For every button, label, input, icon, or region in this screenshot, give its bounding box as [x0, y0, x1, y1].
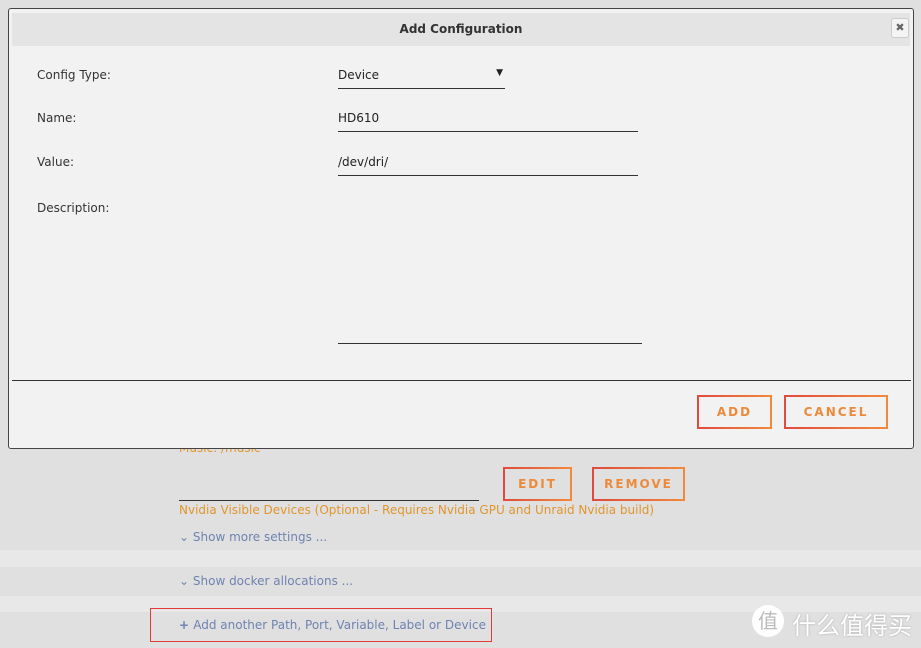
watermark-text: 什么值得买 [792, 612, 912, 640]
description-label: Description: [37, 201, 110, 215]
plus-icon: + [179, 618, 194, 632]
cancel-button[interactable]: CANCEL [784, 395, 888, 429]
add-configuration-dialog: Add Configuration ✖ Config Type: Device ▼… [8, 8, 914, 449]
edit-button[interactable]: EDIT [503, 467, 572, 501]
dropdown-arrow-icon: ▼ [496, 68, 503, 78]
add-button[interactable]: ADD [697, 395, 772, 429]
device-value-underline [179, 500, 479, 501]
close-icon[interactable]: ✖ [891, 18, 909, 38]
name-input[interactable]: HD610 [338, 111, 638, 132]
show-more-settings-link[interactable]: ⌄ Show more settings ... [179, 530, 327, 544]
value-label: Value: [37, 155, 74, 169]
nvidia-devices-label: Nvidia Visible Devices (Optional - Requi… [179, 503, 655, 517]
watermark-logo: 值 [752, 605, 784, 637]
dialog-title: Add Configuration [12, 13, 910, 46]
value-input[interactable]: /dev/dri/ [338, 155, 638, 176]
config-type-label: Config Type: [37, 68, 111, 82]
config-type-select[interactable]: Device ▼ [338, 68, 505, 89]
dialog-divider [12, 380, 911, 381]
remove-button[interactable]: REMOVE [592, 467, 685, 501]
chevron-down-icon: ⌄ [179, 530, 193, 544]
show-docker-allocations-link[interactable]: ⌄ Show docker allocations ... [179, 574, 353, 588]
add-another-link[interactable]: + Add another Path, Port, Variable, Labe… [179, 618, 486, 632]
chevron-down-icon: ⌄ [179, 574, 193, 588]
name-label: Name: [37, 111, 77, 125]
settings-row [0, 550, 921, 567]
description-textarea[interactable] [338, 201, 642, 344]
